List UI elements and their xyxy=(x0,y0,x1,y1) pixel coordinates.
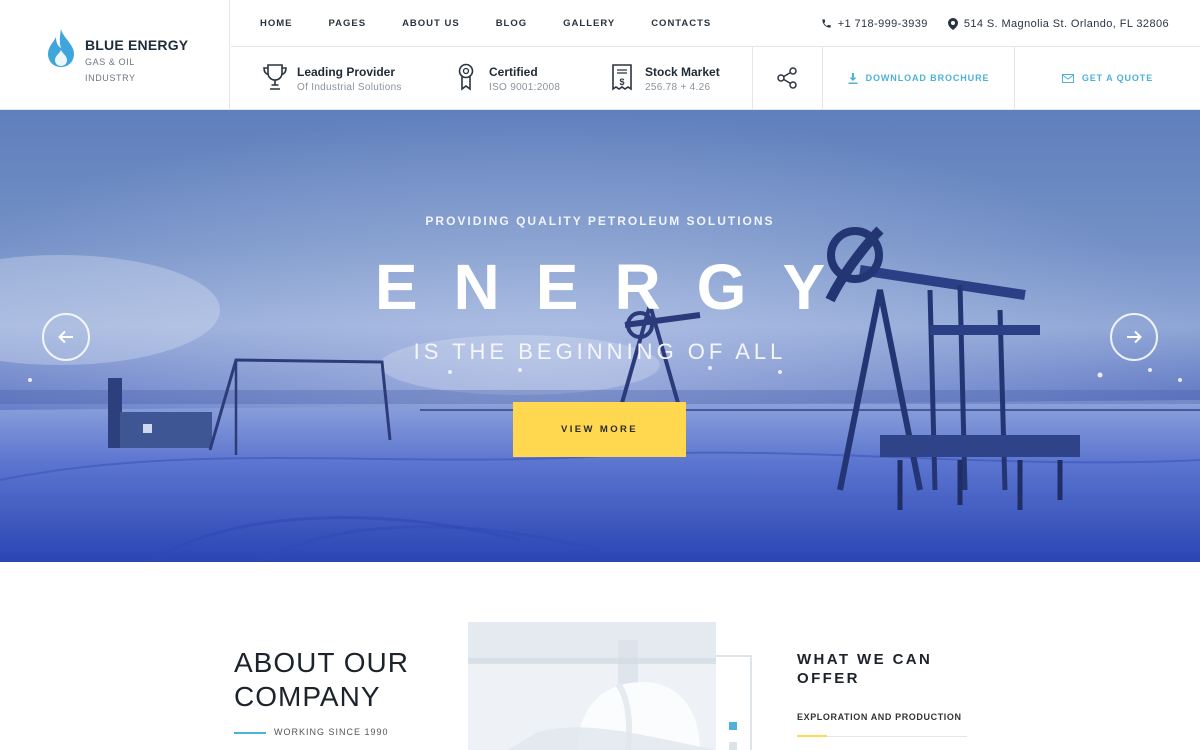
nav-about-us[interactable]: ABOUT US xyxy=(402,18,460,29)
info-stock-market: $ Stock Market 256.78 + 4.26 xyxy=(611,47,741,109)
about-photo xyxy=(468,622,716,750)
arrow-right-icon xyxy=(1127,330,1142,344)
site-header: BLUE ENERGY GAS & OIL INDUSTRY HOME PAGE… xyxy=(0,0,1200,110)
main-nav: HOME PAGES ABOUT US BLOG GALLERY CONTACT… xyxy=(260,0,747,47)
share-button[interactable] xyxy=(752,47,822,109)
address-contact: 514 S. Magnolia St. Orlando, FL 32806 xyxy=(947,17,1169,30)
stock-title: Stock Market xyxy=(645,65,720,79)
offer-title-line1: WHAT WE CAN xyxy=(797,651,933,668)
info-bar: Leading Provider Of Industrial Solutions… xyxy=(231,47,1200,109)
view-more-button[interactable]: VIEW MORE xyxy=(513,402,686,457)
download-brochure-label: DOWNLOAD BROCHURE xyxy=(865,73,990,83)
photo-frame xyxy=(716,655,752,750)
info-leading-provider: Leading Provider Of Industrial Solutions xyxy=(262,47,432,109)
address-text: 514 S. Magnolia St. Orlando, FL 32806 xyxy=(963,17,1169,30)
certified-subtitle: ISO 9001:2008 xyxy=(489,82,561,93)
brand-logo[interactable]: BLUE ENERGY GAS & OIL INDUSTRY xyxy=(0,0,230,109)
nav-contacts[interactable]: CONTACTS xyxy=(651,18,711,29)
certified-title: Certified xyxy=(489,65,538,79)
brand-tagline-line2: INDUSTRY xyxy=(85,73,136,83)
svg-text:$: $ xyxy=(619,77,624,87)
top-bar: HOME PAGES ABOUT US BLOG GALLERY CONTACT… xyxy=(231,0,1200,47)
nav-blog[interactable]: BLOG xyxy=(496,18,527,29)
stock-value: 256.78 + 4.26 xyxy=(645,82,711,93)
phone-contact[interactable]: +1 718-999-3939 xyxy=(821,18,928,30)
slider-dot-active[interactable] xyxy=(729,722,737,730)
nav-pages[interactable]: PAGES xyxy=(329,18,367,29)
slider-dot[interactable] xyxy=(729,742,737,750)
download-brochure-button[interactable]: DOWNLOAD BROCHURE xyxy=(823,47,1014,109)
get-a-quote-button[interactable]: GET A QUOTE xyxy=(1015,47,1200,109)
slider-prev-button[interactable] xyxy=(42,313,90,361)
receipt-dollar-icon: $ xyxy=(612,64,632,91)
offer-item-exploration[interactable]: EXPLORATION AND PRODUCTION xyxy=(797,712,962,722)
download-icon xyxy=(848,72,858,84)
brand-tagline-line1: GAS & OIL xyxy=(85,57,135,67)
offer-progress-accent xyxy=(797,735,827,737)
about-accent-line xyxy=(234,732,266,734)
provider-subtitle: Of Industrial Solutions xyxy=(297,82,402,93)
arrow-left-icon xyxy=(58,330,73,344)
contact-info: +1 718-999-3939 514 S. Magnolia St. Orla… xyxy=(821,0,1169,47)
slider-next-button[interactable] xyxy=(1110,313,1158,361)
about-title: ABOUT OUR COMPANY xyxy=(234,646,409,714)
about-title-line1: ABOUT OUR xyxy=(234,647,409,678)
nav-home[interactable]: HOME xyxy=(260,18,293,29)
offer-title: WHAT WE CAN OFFER xyxy=(797,650,932,688)
hard-hat-photo xyxy=(468,622,716,750)
info-certified: Certified ISO 9001:2008 xyxy=(457,47,587,109)
brand-name: BLUE ENERGY xyxy=(85,37,189,53)
trophy-icon xyxy=(263,64,287,90)
hero-kicker: PROVIDING QUALITY PETROLEUM SOLUTIONS xyxy=(425,214,775,228)
about-title-line2: COMPANY xyxy=(234,681,381,712)
share-icon xyxy=(777,67,797,89)
phone-number: +1 718-999-3939 xyxy=(837,17,928,30)
hero-slider: PROVIDING QUALITY PETROLEUM SOLUTIONS EN… xyxy=(0,110,1200,562)
get-a-quote-label: GET A QUOTE xyxy=(1081,73,1154,83)
flame-icon xyxy=(48,29,74,67)
oilfield-background-image xyxy=(0,110,1200,562)
provider-title: Leading Provider xyxy=(297,65,396,79)
envelope-icon xyxy=(1061,73,1074,83)
award-ribbon-icon xyxy=(458,63,474,91)
hero-headline: ENERGY xyxy=(374,251,862,323)
hero-subline: IS THE BEGINNING OF ALL xyxy=(413,339,787,364)
nav-gallery[interactable]: GALLERY xyxy=(563,18,615,29)
about-since: WORKING SINCE 1990 xyxy=(274,727,389,737)
phone-icon xyxy=(822,19,831,28)
offer-title-line2: OFFER xyxy=(797,670,860,687)
location-pin-icon xyxy=(947,17,958,30)
